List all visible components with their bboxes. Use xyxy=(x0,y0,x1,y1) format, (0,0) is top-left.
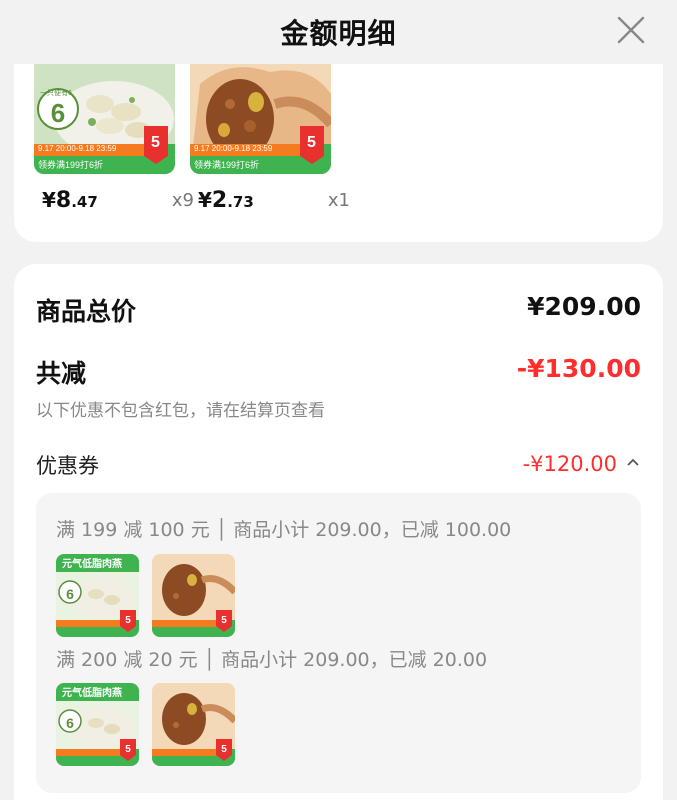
discount-value: -¥130.00 xyxy=(516,354,641,383)
price-row: ¥2.73 x1 xyxy=(198,188,350,218)
page-title: 金额明细 xyxy=(280,17,397,50)
product-price: ¥2.73 xyxy=(198,188,254,213)
product-quantity: x9 xyxy=(171,190,194,211)
svg-text:6: 6 xyxy=(51,98,65,128)
svg-text:6: 6 xyxy=(66,715,74,731)
price-summary-card: 商品总价 ¥209.00 共减 -¥130.00 以下优惠不包含红包，请在结算页… xyxy=(14,264,663,800)
total-label: 商品总价 xyxy=(36,297,137,326)
close-icon[interactable] xyxy=(615,14,647,46)
product-tag: 一只便有6 xyxy=(40,90,72,97)
promo-text: 领券满199打6折 xyxy=(194,160,260,170)
product-item[interactable]: 9.17 20:00-9.18 23:59 领券满199打6折 5 ¥2.73 … xyxy=(190,64,350,213)
discount-row: 共减 -¥130.00 xyxy=(36,354,641,388)
svg-text:5: 5 xyxy=(221,615,227,626)
svg-text:5: 5 xyxy=(125,615,131,626)
coupon-row[interactable]: 优惠券 -¥120.00 xyxy=(36,450,641,480)
promo-date: 9.17 20:00-9.18 23:59 xyxy=(194,144,273,153)
product-item[interactable]: 6 9.17 20:00-9.18 23:59 领券满199打6折 5 一只便有… xyxy=(34,64,194,213)
zongzi-product-image: 9.17 20:00-9.18 23:59 领券满199打6折 5 xyxy=(190,64,331,174)
price-row: ¥8.47 x9 xyxy=(42,188,194,218)
svg-text:6: 6 xyxy=(66,586,74,602)
coupon-value: -¥120.00 xyxy=(522,452,617,476)
chevron-up-icon[interactable] xyxy=(625,454,641,470)
product-price: ¥8.47 xyxy=(42,188,98,213)
coupon-detail-panel: 满 199 减 100 元 │ 商品小计 209.00，已减 100.00 6 … xyxy=(36,493,641,793)
svg-text:5: 5 xyxy=(125,744,131,755)
promo-badge-number: 5 xyxy=(151,134,160,151)
coupon-label: 优惠券 xyxy=(36,454,99,478)
thumb-banner: 元气低脂肉燕 xyxy=(62,559,122,570)
svg-text:5: 5 xyxy=(221,744,227,755)
total-row: 商品总价 ¥209.00 xyxy=(36,292,641,326)
product-list-card: 6 9.17 20:00-9.18 23:59 领券满199打6折 5 一只便有… xyxy=(14,64,663,242)
discount-note: 以下优惠不包含红包，请在结算页查看 xyxy=(36,401,325,421)
product-quantity: x1 xyxy=(327,190,350,211)
promo-text: 领券满199打6折 xyxy=(38,160,104,170)
dumpling-thumbnail: 6 5 元气低脂肉燕 xyxy=(56,554,139,637)
coupon-rule-text: 满 200 减 20 元 │ 商品小计 209.00，已减 20.00 xyxy=(56,649,488,671)
header-bar: 金额明细 xyxy=(0,0,677,64)
promo-date: 9.17 20:00-9.18 23:59 xyxy=(38,144,117,153)
thumb-banner: 元气低脂肉燕 xyxy=(62,688,122,699)
discount-label: 共减 xyxy=(36,359,87,388)
total-value: ¥209.00 xyxy=(527,292,641,321)
zongzi-thumbnail: 5 xyxy=(152,554,235,637)
promo-badge-number: 5 xyxy=(307,134,316,151)
zongzi-thumbnail: 5 xyxy=(152,683,235,766)
dumpling-thumbnail: 6 5 元气低脂肉燕 xyxy=(56,683,139,766)
coupon-rule-text: 满 199 减 100 元 │ 商品小计 209.00，已减 100.00 xyxy=(56,519,512,541)
dumpling-product-image: 6 9.17 20:00-9.18 23:59 领券满199打6折 5 一只便有… xyxy=(34,64,175,174)
